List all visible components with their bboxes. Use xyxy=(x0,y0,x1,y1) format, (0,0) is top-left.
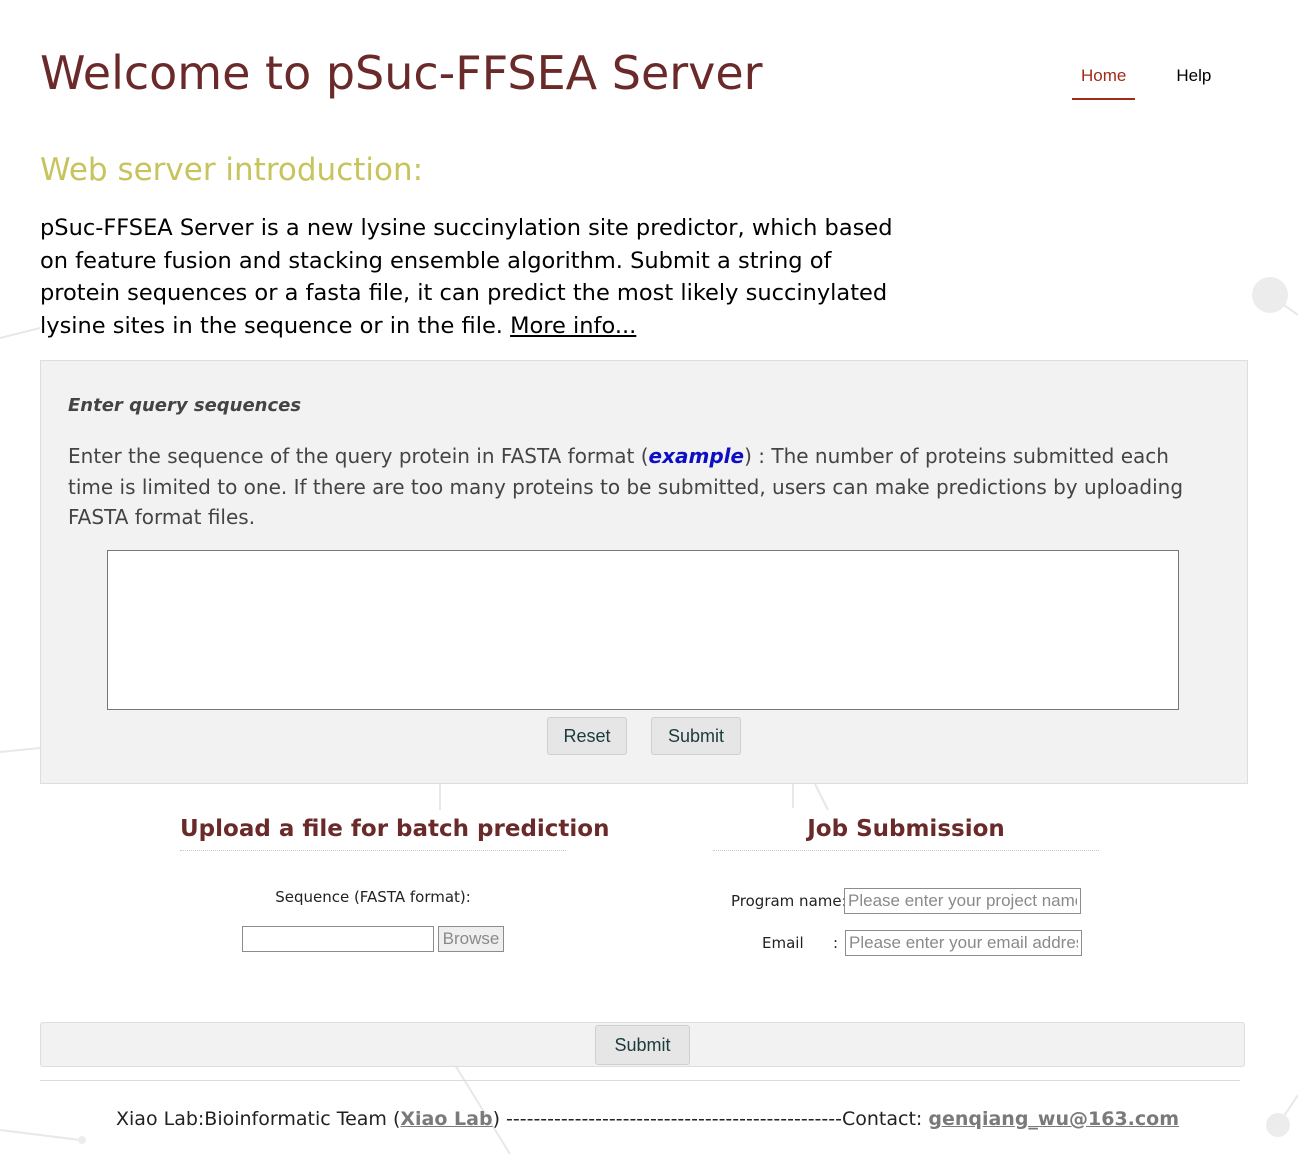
xiao-lab-link[interactable]: Xiao Lab xyxy=(400,1108,492,1130)
browse-button[interactable]: Browse xyxy=(438,926,504,952)
sequence-textarea[interactable] xyxy=(107,550,1179,710)
submit-sequence-button[interactable]: Submit xyxy=(651,717,741,755)
site-title: Welcome to pSuc-FFSEA Server xyxy=(40,46,763,100)
query-desc-before: Enter the sequence of the query protein … xyxy=(68,444,649,468)
intro-text: pSuc-FFSEA Server is a new lysine succin… xyxy=(40,212,910,342)
query-description: Enter the sequence of the query protein … xyxy=(68,441,1218,533)
submit-job-button[interactable]: Submit xyxy=(595,1025,690,1065)
job-submission-heading: Job Submission xyxy=(713,816,1099,851)
file-path-field[interactable] xyxy=(242,926,434,952)
footer-divider xyxy=(40,1080,1240,1081)
query-label: Enter query sequences xyxy=(68,395,302,416)
program-name-input[interactable] xyxy=(844,888,1081,914)
reset-button[interactable]: Reset xyxy=(547,717,627,755)
email-colon: : xyxy=(833,934,839,952)
email-input[interactable] xyxy=(845,930,1082,956)
fasta-file-label: Sequence (FASTA format): xyxy=(275,888,471,906)
intro-heading: Web server introduction: xyxy=(40,152,424,188)
email-label: Email xyxy=(762,934,804,952)
upload-heading: Upload a file for batch prediction xyxy=(180,816,609,851)
contact-email-link[interactable]: genqiang_wu@163.com xyxy=(928,1108,1179,1130)
footer: Xiao Lab:Bioinformatic Team (Xiao Lab) -… xyxy=(116,1108,1179,1130)
footer-middle: ) --------------------------------------… xyxy=(492,1108,929,1130)
page: Welcome to pSuc-FFSEA Server Home Help W… xyxy=(0,0,1298,1154)
more-info-link[interactable]: More info... xyxy=(510,313,636,339)
query-panel: Enter query sequences Enter the sequence… xyxy=(40,360,1248,784)
nav-home-link[interactable]: Home xyxy=(1072,62,1136,100)
program-name-label: Program name: xyxy=(731,892,847,910)
top-nav: Home Help xyxy=(1072,62,1252,100)
nav-help-link[interactable]: Help xyxy=(1167,62,1220,100)
example-link[interactable]: example xyxy=(649,444,745,468)
intro-description: pSuc-FFSEA Server is a new lysine succin… xyxy=(40,215,893,339)
footer-prefix: Xiao Lab:Bioinformatic Team ( xyxy=(116,1108,401,1130)
